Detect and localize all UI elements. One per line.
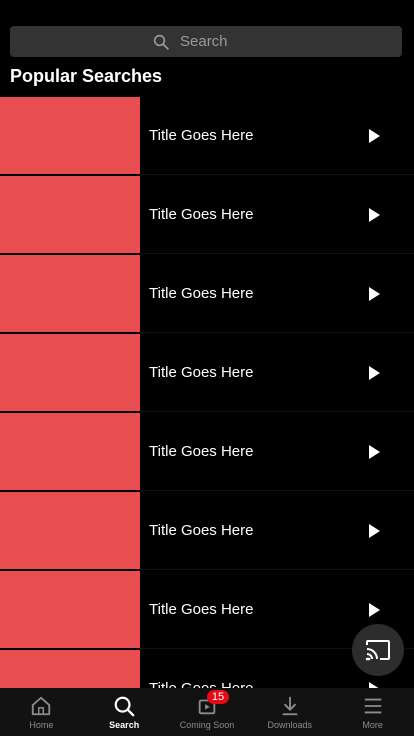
list-item[interactable]: Title Goes Here <box>0 491 414 570</box>
search-bar[interactable] <box>10 26 402 57</box>
item-title: Title Goes Here <box>149 522 254 539</box>
thumbnail[interactable] <box>0 175 140 254</box>
download-icon <box>282 696 298 716</box>
thumbnail[interactable] <box>0 96 140 175</box>
play-icon[interactable] <box>360 438 388 466</box>
list-item[interactable]: Title Goes Here <box>0 96 414 175</box>
play-icon[interactable] <box>360 122 388 150</box>
thumbnail[interactable] <box>0 254 140 333</box>
play-icon[interactable] <box>360 359 388 387</box>
play-icon[interactable] <box>360 675 388 688</box>
list-item[interactable]: Title Goes Here <box>0 175 414 254</box>
menu-icon <box>364 698 381 714</box>
thumbnail[interactable] <box>0 333 140 412</box>
play-icon[interactable] <box>360 201 388 229</box>
tab-label: More <box>362 720 383 730</box>
list-item[interactable]: Title Goes Here <box>0 333 414 412</box>
tab-label: Downloads <box>267 720 313 730</box>
tab-more[interactable]: More <box>331 688 414 736</box>
item-title: Title Goes Here <box>149 443 254 460</box>
search-icon <box>114 696 135 717</box>
list-item[interactable]: Title Goes Here <box>0 412 414 491</box>
popular-searches-list: Title Goes Here Title Goes Here Title Go… <box>0 96 414 688</box>
cast-button[interactable] <box>352 624 404 676</box>
cast-icon <box>365 640 390 661</box>
item-title: Title Goes Here <box>149 127 254 144</box>
item-title: Title Goes Here <box>149 206 254 223</box>
thumbnail[interactable] <box>0 570 140 649</box>
item-title: Title Goes Here <box>149 601 254 618</box>
tab-label: Coming Soon <box>179 720 235 730</box>
search-input[interactable] <box>180 33 240 50</box>
play-icon[interactable] <box>360 517 388 545</box>
list-item[interactable]: Title Goes Here <box>0 570 414 649</box>
tab-label: Home <box>29 720 54 730</box>
tab-home[interactable]: Home <box>0 688 83 736</box>
item-title: Title Goes Here <box>149 680 360 688</box>
home-icon <box>32 696 51 716</box>
thumbnail[interactable] <box>0 649 140 688</box>
bottom-tab-bar: Home Search 15 Coming Soon Downloads Mor… <box>0 688 414 736</box>
tab-coming-soon[interactable]: 15 Coming Soon <box>166 688 249 736</box>
thumbnail[interactable] <box>0 412 140 491</box>
item-title: Title Goes Here <box>149 285 254 302</box>
list-item[interactable]: Title Goes Here <box>0 254 414 333</box>
play-icon[interactable] <box>360 596 388 624</box>
section-title: Popular Searches <box>10 66 163 86</box>
search-icon <box>153 34 169 50</box>
thumbnail[interactable] <box>0 491 140 570</box>
notification-badge: 15 <box>206 690 229 704</box>
tab-search[interactable]: Search <box>83 688 166 736</box>
tab-label: Search <box>109 720 140 730</box>
play-icon[interactable] <box>360 280 388 308</box>
item-title: Title Goes Here <box>149 364 254 381</box>
tab-downloads[interactable]: Downloads <box>248 688 331 736</box>
